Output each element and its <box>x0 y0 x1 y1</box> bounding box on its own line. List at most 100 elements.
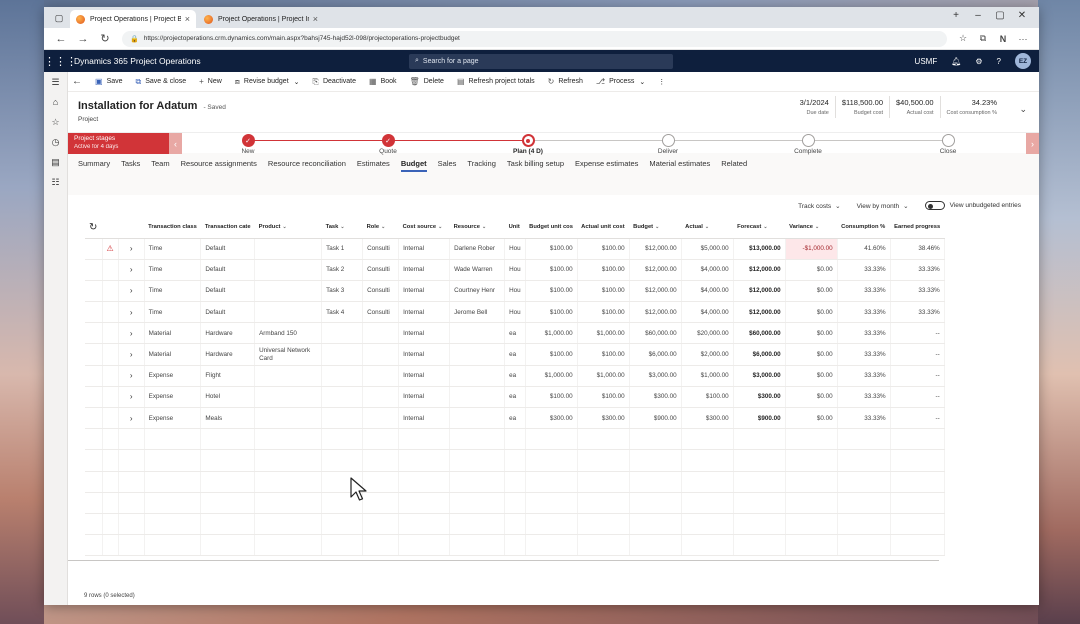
column-header[interactable]: Actual unit cost <box>577 217 630 239</box>
grid-cell[interactable]: 41.60% <box>837 238 891 260</box>
next-stage-icon[interactable]: › <box>1026 133 1039 154</box>
grid-cell[interactable]: Expense <box>144 407 202 430</box>
grid-cell[interactable]: $6,000.00 <box>629 343 682 366</box>
save-button[interactable]: ▣ Save <box>95 77 123 86</box>
grid-cell[interactable]: Darlene Rober <box>449 238 506 260</box>
grid-cell[interactable]: Time <box>144 259 202 281</box>
process-stage-box[interactable]: Project stages Active for 4 days <box>68 133 169 154</box>
grid-cell[interactable]: $1,000.00 <box>681 365 734 387</box>
grid-cell[interactable] <box>321 343 364 366</box>
column-header[interactable]: Transaction class <box>144 217 201 239</box>
row-select-cell[interactable] <box>85 322 103 345</box>
expand-chevron-icon[interactable]: › <box>130 265 133 274</box>
column-header[interactable]: Role ⌄ <box>362 217 399 239</box>
new-button[interactable]: + New <box>199 77 222 86</box>
grid-cell[interactable]: $0.00 <box>785 280 838 303</box>
grid-cell[interactable] <box>449 407 506 430</box>
tab-summary[interactable]: Summary <box>78 155 110 172</box>
row-expand-cell[interactable]: › <box>118 407 145 430</box>
grid-cell[interactable]: $60,000.00 <box>733 322 786 345</box>
delete-button[interactable]: 🗑︎ Delete <box>410 77 444 86</box>
column-header[interactable]: Budget unit cos <box>525 217 578 239</box>
reload-icon[interactable]: ↻ <box>94 32 116 45</box>
grid-cell[interactable]: $1,000.00 <box>577 365 630 387</box>
favorites-star-icon[interactable]: ☆ <box>44 112 67 132</box>
grid-cell[interactable]: 33.33% <box>890 259 945 281</box>
expand-chevron-icon[interactable]: › <box>130 392 133 401</box>
grid-cell[interactable]: 33.33% <box>837 259 891 281</box>
grid-cell[interactable] <box>321 365 364 387</box>
grid-cell[interactable]: $0.00 <box>785 259 838 281</box>
grid-cell[interactable]: $1,000.00 <box>525 322 578 345</box>
tab-tasks[interactable]: Tasks <box>121 155 140 172</box>
view-by-dropdown[interactable]: View by month ⌄ <box>857 202 909 210</box>
grid-cell[interactable]: $100.00 <box>525 301 578 324</box>
grid-cell[interactable]: Material <box>144 343 202 366</box>
grid-cell[interactable]: Task 2 <box>321 259 364 281</box>
grid-cell[interactable]: Time <box>144 280 202 303</box>
tab-estimates[interactable]: Estimates <box>357 155 390 172</box>
grid-cell[interactable]: $0.00 <box>785 343 838 366</box>
grid-cell[interactable]: Universal Network Card <box>254 343 323 366</box>
settings-gear-icon[interactable]: ⚙ <box>975 57 982 66</box>
grid-cell[interactable]: $60,000.00 <box>629 322 682 345</box>
grid-cell[interactable] <box>254 259 323 281</box>
grid-cell[interactable]: $3,000.00 <box>629 365 682 387</box>
grid-cell[interactable]: ea <box>504 386 526 409</box>
grid-cell[interactable] <box>449 365 506 387</box>
process-stage[interactable]: Deliver <box>638 133 698 155</box>
grid-cell[interactable]: $300.00 <box>577 407 630 430</box>
grid-cell[interactable]: Hou <box>504 238 526 260</box>
grid-cell[interactable] <box>254 301 323 324</box>
column-header[interactable]: Budget ⌄ <box>629 217 682 239</box>
refresh-button[interactable]: ↻ Refresh <box>548 77 583 86</box>
user-avatar[interactable]: EZ <box>1015 53 1031 69</box>
grid-cell[interactable] <box>362 365 400 387</box>
grid-cell[interactable]: $100.00 <box>525 386 578 409</box>
grid-cell[interactable]: $300.00 <box>681 407 734 430</box>
row-select-cell[interactable] <box>85 365 103 387</box>
grid-cell[interactable]: Hou <box>504 259 526 281</box>
grid-cell[interactable]: ea <box>504 365 526 387</box>
table-row[interactable]: › Material Hardware Armband 150 Internal ea $1… <box>85 322 945 345</box>
grid-cell[interactable]: Hardware <box>200 343 256 366</box>
row-expand-cell[interactable]: › <box>118 365 145 387</box>
grid-cell[interactable]: $6,000.00 <box>733 343 786 366</box>
app-launcher-icon[interactable]: ⋮⋮⋮ <box>44 55 77 68</box>
grid-cell[interactable] <box>254 365 323 387</box>
process-stage[interactable]: Plan (4 D) <box>498 133 558 155</box>
grid-cell[interactable]: $100.00 <box>577 238 630 260</box>
grid-cell[interactable]: 33.33% <box>837 280 891 303</box>
table-row[interactable]: › Expense Hotel Internal ea $100.00 $100.00 $30… <box>85 386 945 409</box>
grid-cell[interactable]: $2,000.00 <box>681 343 734 366</box>
back-button[interactable]: ← <box>72 76 82 87</box>
expand-header-chevron-icon[interactable]: ⌄ <box>1019 104 1027 115</box>
grid-cell[interactable]: $4,000.00 <box>681 259 734 281</box>
grid-cell[interactable] <box>254 386 323 409</box>
row-select-cell[interactable] <box>85 238 103 260</box>
grid-cell[interactable]: $0.00 <box>785 365 838 387</box>
search-box[interactable]: ⌕ Search for a page <box>409 53 673 69</box>
grid-cell[interactable]: $100.00 <box>577 343 630 366</box>
grid-cell[interactable]: $1,000.00 <box>525 365 578 387</box>
process-stage[interactable]: ✓ Quote <box>358 133 418 155</box>
unbudgeted-toggle[interactable] <box>924 201 945 210</box>
grid-cell[interactable]: $12,000.00 <box>629 280 682 303</box>
tab-resource-reconciliation[interactable]: Resource reconciliation <box>268 155 346 172</box>
expand-chevron-icon[interactable]: › <box>130 329 133 338</box>
grid-cell[interactable] <box>321 407 364 430</box>
new-tab-icon[interactable]: + <box>945 10 967 21</box>
grid-cell[interactable]: Expense <box>144 365 202 387</box>
grid-cell[interactable]: Default <box>200 259 256 281</box>
grid-cell[interactable]: Internal <box>398 343 451 366</box>
column-header[interactable]: Actual ⌄ <box>681 217 734 239</box>
column-header[interactable]: Variance ⌄ <box>785 217 838 239</box>
grid-cell[interactable]: Default <box>200 280 256 303</box>
notification-bell-icon[interactable]: 🔔︎ <box>951 57 961 66</box>
workspaces-icon[interactable]: ▤ <box>44 152 67 172</box>
grid-cell[interactable]: Task 1 <box>321 238 364 260</box>
grid-cell[interactable]: Consulti <box>362 259 400 281</box>
grid-cell[interactable]: $12,000.00 <box>629 301 682 324</box>
row-select-cell[interactable] <box>85 386 103 409</box>
grid-cell[interactable] <box>362 343 400 366</box>
